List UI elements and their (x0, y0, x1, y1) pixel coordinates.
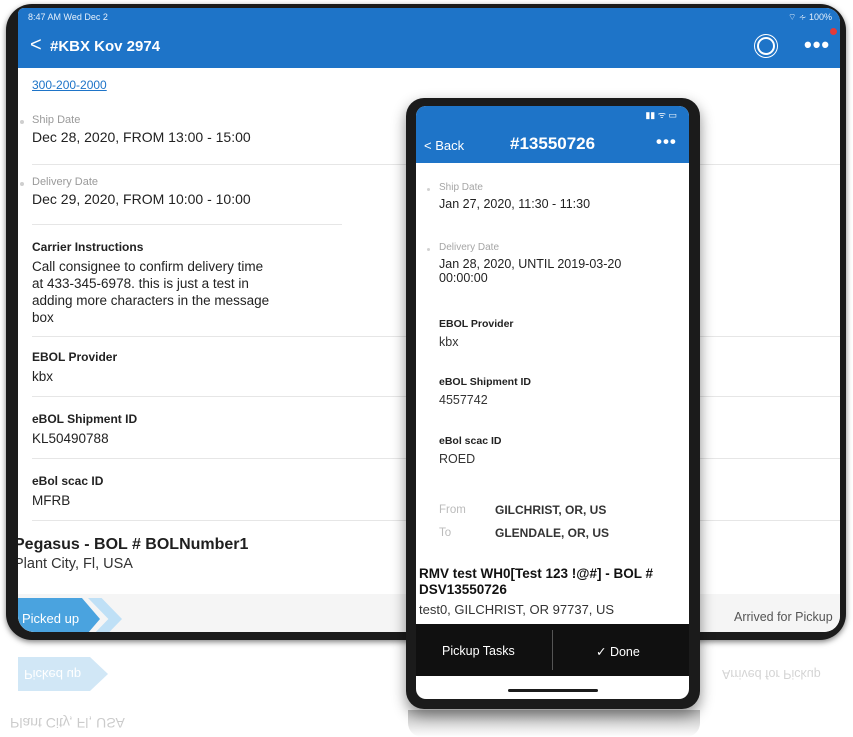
carrier-instructions: Carrier Instructions Call consignee to c… (32, 240, 272, 326)
status-arrived[interactable]: Arrived for Pickup (734, 610, 833, 624)
stop-address: test0, GILCHRIST, OR 97737, US (419, 602, 615, 617)
ebol-shipment-label: eBOL Shipment ID (439, 376, 531, 388)
ship-date-label: Ship Date (439, 182, 483, 193)
action-divider (552, 630, 553, 670)
divider (32, 224, 342, 225)
phone-ebol-provider: EBOL Provider kbx (439, 318, 669, 349)
ebol-provider-label: EBOL Provider (32, 350, 118, 364)
ebol-provider-label: EBOL Provider (439, 318, 514, 330)
phone-link[interactable]: 300-200-2000 (32, 78, 107, 92)
ebol-scac-label: eBol scac ID (32, 474, 104, 488)
phone-screen: ▮▮ ᯤ ▭ < Back #13550726 ••• Ship Date Ja… (416, 106, 689, 699)
timeline-dot (20, 182, 24, 186)
route-to-label: To (439, 527, 452, 539)
ship-date-field: Ship Date Dec 28, 2020, FROM 13:00 - 15:… (32, 114, 332, 145)
headset-icon[interactable] (754, 34, 778, 58)
phone-reflection (408, 710, 700, 737)
carrier-instructions-text: Call consignee to confirm delivery time … (32, 259, 270, 325)
delivery-date-value: Jan 28, 2020, UNTIL 2019-03-20 00:00:00 (439, 257, 622, 285)
back-icon[interactable]: < (30, 35, 42, 55)
delivery-date-label: Delivery Date (32, 176, 99, 188)
phone-device: ▮▮ ᯤ ▭ < Back #13550726 ••• Ship Date Ja… (406, 98, 700, 709)
ebol-shipment-value: 4557742 (439, 393, 488, 407)
phone-action-bar: Pickup Tasks ✓ Done (416, 624, 689, 676)
ship-date-value: Jan 27, 2020, 11:30 - 11:30 (439, 197, 591, 211)
home-indicator (508, 689, 598, 692)
route-from-value: GILCHRIST, OR, US (495, 503, 607, 517)
back-button[interactable]: < Back (424, 138, 464, 153)
delivery-date-field: Delivery Date Dec 29, 2020, FROM 10:00 -… (32, 176, 332, 207)
tablet-nav-bar: < #KBX Kov 2974 ••• (18, 26, 840, 68)
ebol-shipment-label: eBOL Shipment ID (32, 412, 138, 426)
route-to-value: GLENDALE, OR, US (495, 526, 610, 540)
phone-delivery-date: Delivery Date Jan 28, 2020, UNTIL 2019-0… (439, 242, 649, 285)
timeline-dot (20, 120, 24, 124)
stop-location: Plant City, Fl, USA (18, 556, 133, 572)
phone-status-icons: ▮▮ ᯤ ▭ (645, 110, 677, 120)
ebol-provider-value: kbx (32, 369, 54, 384)
reflection-arrived: Arrived for Pickup (722, 667, 821, 681)
more-options-icon[interactable]: ••• (804, 32, 830, 58)
ebol-shipment-field: eBOL Shipment ID KL50490788 (32, 412, 332, 447)
ebol-provider-value: kbx (439, 335, 459, 349)
ebol-scac-label: eBol scac ID (439, 435, 502, 447)
timeline-dot (427, 248, 430, 251)
ship-date-value: Dec 28, 2020, FROM 13:00 - 15:00 (32, 129, 251, 145)
status-time: 8:47 AM Wed Dec 2 (28, 12, 108, 22)
phone-page-title: #13550726 (510, 134, 596, 153)
phone-ship-date: Ship Date Jan 27, 2020, 11:30 - 11:30 (439, 182, 669, 211)
phone-ebol-scac: eBol scac ID ROED (439, 435, 669, 466)
phone-nav-bar: ▮▮ ᯤ ▭ < Back #13550726 ••• (416, 106, 689, 163)
notification-dot (830, 28, 837, 35)
ebol-scac-value: ROED (439, 452, 476, 466)
stop-title[interactable]: RMV test WH0[Test 123 !@#] - BOL # DSV13… (419, 566, 687, 598)
stop-title[interactable]: Pegasus - BOL # BOLNumber1 (18, 536, 248, 554)
status-indicators: ⌔ ∻ 100% (787, 12, 832, 22)
delivery-date-value: Dec 29, 2020, FROM 10:00 - 10:00 (32, 191, 251, 207)
delivery-date-label: Delivery Date (439, 242, 500, 253)
timeline-dot (427, 188, 430, 191)
tablet-status-bar: 8:47 AM Wed Dec 2 ⌔ ∻ 100% (18, 8, 840, 26)
ebol-scac-field: eBol scac ID MFRB (32, 474, 332, 509)
carrier-instructions-label: Carrier Instructions (32, 240, 144, 254)
page-title: #KBX Kov 2974 (50, 38, 161, 55)
reflection-plant: Plant City, Fl, USA (10, 715, 125, 731)
phone-ebol-shipment: eBOL Shipment ID 4557742 (439, 376, 669, 407)
route-from-label: From (439, 504, 466, 516)
ebol-shipment-value: KL50490788 (32, 431, 109, 446)
pickup-tasks-button[interactable]: Pickup Tasks (442, 644, 515, 658)
ship-date-label: Ship Date (32, 114, 81, 126)
ebol-scac-value: MFRB (32, 493, 71, 508)
ebol-provider-field: EBOL Provider kbx (32, 350, 332, 385)
more-options-icon[interactable]: ••• (656, 132, 677, 152)
reflection-picked: Picked up (18, 657, 108, 691)
done-button[interactable]: ✓ Done (596, 644, 640, 659)
